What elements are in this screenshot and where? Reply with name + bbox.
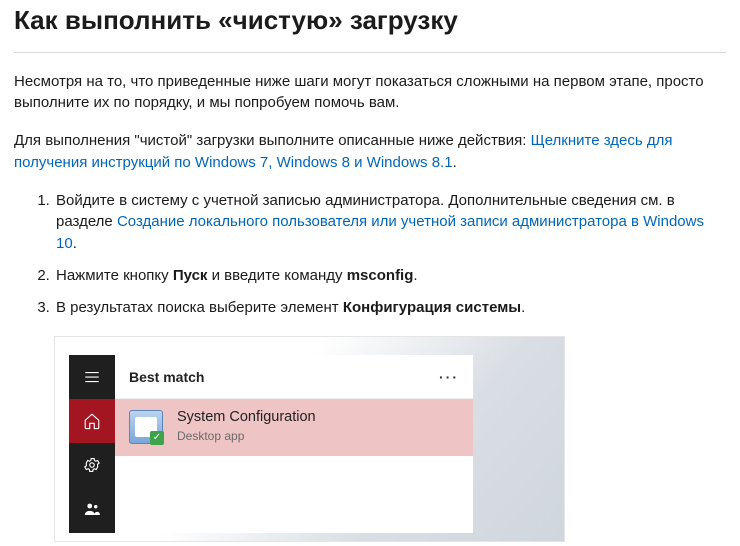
intro-paragraph: Несмотря на то, что приведенные ниже шаг… (14, 71, 726, 115)
gear-icon (83, 456, 101, 474)
step3-text-a: В результатах поиска выберите элемент (56, 299, 343, 316)
steps-list: Войдите в систему с учетной записью адми… (14, 190, 726, 319)
settings-button[interactable] (69, 443, 115, 487)
step3-bold-sysconfig: Конфигурация системы (343, 299, 521, 316)
best-match-header: Best match ··· (115, 355, 473, 399)
result-text: System Configuration Desktop app (177, 407, 316, 445)
step1-text-b: . (73, 235, 77, 252)
instructions-lead: Для выполнения "чистой" загрузки выполни… (14, 130, 726, 174)
people-icon (83, 500, 101, 518)
step2-text-c: и введите команду (207, 267, 346, 284)
result-subtitle: Desktop app (177, 428, 316, 445)
lead-text: Для выполнения "чистой" загрузки выполни… (14, 132, 531, 149)
step2-text-a: Нажмите кнопку (56, 267, 173, 284)
result-title: System Configuration (177, 407, 316, 428)
create-local-user-link[interactable]: Создание локального пользователя или уче… (56, 213, 704, 252)
step3-text-b: . (521, 299, 525, 316)
step2-text-d: . (413, 267, 417, 284)
home-icon (83, 412, 101, 430)
search-results-pane: Best match ··· System Configuration Desk… (115, 355, 473, 533)
step-1: Войдите в систему с учетной записью адми… (54, 190, 726, 255)
lead-tail: . (453, 154, 457, 171)
screenshot-start-menu: Best match ··· System Configuration Desk… (54, 336, 565, 542)
step2-bold-start: Пуск (173, 267, 208, 284)
step-3: В результатах поиска выберите элемент Ко… (54, 297, 726, 319)
step-2: Нажмите кнопку Пуск и введите команду ms… (54, 265, 726, 287)
people-button[interactable] (69, 487, 115, 531)
start-menu-panel: Best match ··· System Configuration Desk… (69, 355, 473, 533)
more-button[interactable]: ··· (439, 367, 459, 387)
step2-bold-msconfig: msconfig (347, 267, 414, 284)
hamburger-icon (83, 368, 101, 386)
best-match-label: Best match (129, 367, 204, 387)
home-button[interactable] (69, 399, 115, 443)
hamburger-button[interactable] (69, 355, 115, 399)
sysconfig-icon (129, 410, 163, 444)
divider (14, 52, 726, 53)
result-system-configuration[interactable]: System Configuration Desktop app (115, 399, 473, 455)
page-title: Как выполнить «чистую» загрузку (14, 2, 726, 40)
start-rail (69, 355, 115, 533)
